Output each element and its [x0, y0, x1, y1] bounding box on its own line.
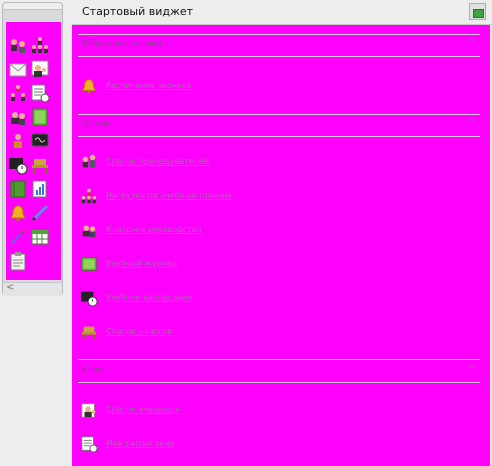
users-pair-icon: [82, 154, 96, 168]
list-item[interactable]: Список учащихся: [80, 401, 460, 419]
teacher-icon[interactable]: [30, 59, 50, 79]
people-tree-icon: [81, 188, 97, 204]
people-tree-icon[interactable]: [8, 83, 28, 103]
mail-icon[interactable]: [8, 59, 28, 79]
users-pair-icon[interactable]: [8, 35, 28, 55]
chevron-up-icon[interactable]: ^: [468, 38, 476, 49]
list-item[interactable]: Учебный журнал: [80, 255, 460, 273]
item-link[interactable]: Расписание звонков: [106, 81, 191, 90]
list-item[interactable]: Список классов: [80, 323, 460, 341]
schedule-list-icon[interactable]: [30, 83, 50, 103]
list-item[interactable]: Классное руководство: [80, 221, 460, 239]
green-journal-icon[interactable]: [30, 107, 50, 127]
section-header-favorites[interactable]: Избранные ссылки ^: [78, 38, 480, 57]
sidebar-bottom-bar: <: [3, 282, 62, 296]
chevron-up-icon[interactable]: ^: [468, 364, 476, 375]
list-item[interactable]: Список преподавателей: [80, 153, 460, 171]
clipboard-icon[interactable]: [8, 251, 28, 271]
widget-settings-button[interactable]: [469, 3, 486, 20]
item-link[interactable]: Классное руководство: [106, 225, 201, 234]
classroom-desk-icon[interactable]: [30, 155, 50, 175]
report-chart-icon[interactable]: [30, 179, 50, 199]
item-link[interactable]: Список классов: [106, 327, 172, 336]
section-header-school[interactable]: Школа ^: [78, 118, 480, 137]
item-link[interactable]: Список учащихся: [106, 405, 180, 414]
blackboard-clock-icon: [80, 291, 98, 307]
widget-header: Стартовый виджет: [72, 0, 492, 25]
item-link[interactable]: Список преподавателей: [106, 157, 209, 166]
users-team-icon: [82, 225, 96, 238]
green-journal-icon: [81, 257, 97, 271]
section-title: Школа: [82, 119, 111, 128]
section-title: Избранные ссылки: [82, 39, 162, 48]
sidebar-top-bar: [3, 3, 62, 10]
bell-icon[interactable]: [8, 203, 28, 223]
item-link[interactable]: Нагрузка по учебным планам: [106, 191, 231, 200]
page-title: Стартовый виджет: [82, 5, 194, 18]
list-item[interactable]: Нагрузка по учебным планам: [80, 187, 460, 205]
schedule-list-icon: [81, 436, 98, 453]
single-user-icon[interactable]: [8, 131, 28, 151]
green-book-icon[interactable]: [8, 179, 28, 199]
section-divider: [78, 359, 480, 360]
section-header-class[interactable]: Класс ^: [78, 364, 480, 383]
chevron-up-icon[interactable]: ^: [468, 118, 476, 129]
list-item[interactable]: Моё расписание: [80, 435, 460, 453]
pen-icon[interactable]: [8, 227, 28, 247]
list-item[interactable]: Учебное расписание: [80, 289, 460, 307]
section-title: Класс: [82, 365, 107, 374]
widget-icon: [473, 9, 484, 18]
calendar-table-icon[interactable]: [30, 227, 50, 247]
item-link[interactable]: Моё расписание: [106, 439, 175, 448]
main-content: Избранные ссылки ^ Расписание звонков Шк…: [72, 25, 492, 466]
list-item[interactable]: Расписание звонков: [80, 77, 460, 95]
schedule-clock-icon[interactable]: [8, 155, 28, 175]
sidebar-icon-grid: [6, 22, 61, 280]
blackboard-icon[interactable]: [30, 131, 50, 151]
pencil-icon[interactable]: [30, 203, 50, 223]
section-divider: [78, 34, 480, 35]
sidebar-panel: <: [2, 2, 63, 296]
item-link[interactable]: Учебное расписание: [106, 293, 193, 302]
users-group-icon[interactable]: [30, 35, 50, 55]
section-divider: [78, 114, 480, 115]
student-icon: [81, 403, 96, 418]
collapse-sidebar-button[interactable]: <: [6, 282, 14, 293]
bell-icon: [81, 79, 97, 94]
users-team-icon[interactable]: [8, 107, 28, 127]
classroom-desk-icon: [81, 326, 97, 340]
item-link[interactable]: Учебный журнал: [106, 259, 177, 268]
